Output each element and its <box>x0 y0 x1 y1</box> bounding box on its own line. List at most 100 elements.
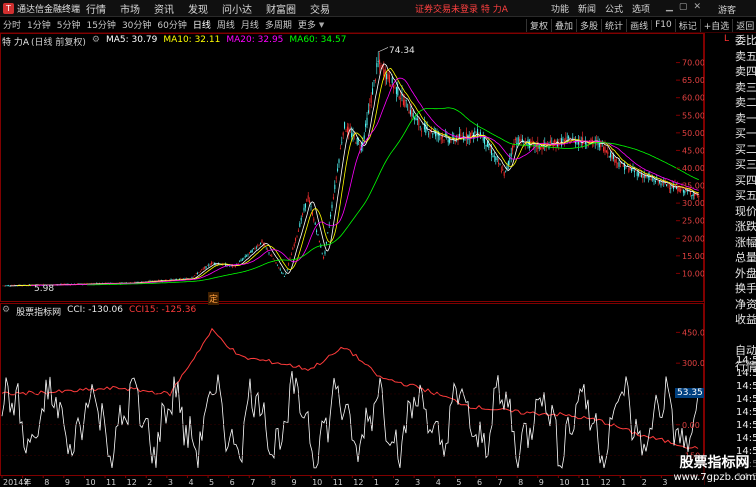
period-5min[interactable]: 5分钟 <box>54 18 84 31</box>
indicator-icon[interactable]: ⚙ <box>2 305 10 318</box>
candle-body <box>290 254 292 256</box>
period-15min[interactable]: 15分钟 <box>83 18 118 31</box>
candle-body <box>622 165 624 167</box>
side-row: 买一 <box>735 127 756 140</box>
candle-body <box>279 269 281 270</box>
candle-body <box>244 255 246 258</box>
x-axis-label: 3 <box>415 478 420 486</box>
period-daily[interactable]: 日线 <box>190 18 214 31</box>
tool-duogu[interactable]: 多股 <box>576 18 601 32</box>
candle-body <box>276 264 278 266</box>
side-row: 换手 <box>735 282 756 295</box>
minimize-icon[interactable]: ▁ <box>666 2 673 12</box>
candle-body <box>636 171 638 176</box>
candle-body <box>3 285 5 287</box>
tool-biaoji[interactable]: 标记 <box>674 18 700 32</box>
candle-body <box>271 255 273 257</box>
candle-body <box>241 259 243 261</box>
candle-body <box>239 261 241 263</box>
candle-body <box>383 69 385 77</box>
x-axis-label: 10 <box>312 478 322 486</box>
candle-body <box>471 131 473 134</box>
candle-body <box>559 138 561 140</box>
candle-body <box>689 192 691 195</box>
period-more[interactable]: 更多 <box>295 18 319 31</box>
price-tick-label: 70.00 <box>682 59 704 68</box>
menu-xinwen[interactable]: 新闻 <box>578 2 596 15</box>
chevron-down-icon[interactable]: ▼ <box>319 21 324 29</box>
candle-body <box>440 137 442 140</box>
menu-gongshi[interactable]: 公式 <box>605 2 623 15</box>
period-monthly[interactable]: 月线 <box>238 18 262 31</box>
menu-jiaoyi[interactable]: 交易 <box>310 1 330 16</box>
candle-body <box>129 282 131 283</box>
x-axis-label: 3 <box>662 478 667 486</box>
trade-login-alert[interactable]: 证券交易未登录 特 力A <box>415 2 508 15</box>
candle-body <box>654 180 656 183</box>
candle-body <box>240 260 242 261</box>
candle-body <box>198 272 200 273</box>
period-30min[interactable]: 30分钟 <box>119 18 154 31</box>
x-axis-label: 4 <box>188 478 193 486</box>
candle-body <box>626 165 628 166</box>
candle-body <box>339 148 341 150</box>
candle-body <box>657 180 659 182</box>
candle-body <box>558 144 560 146</box>
indicator-name[interactable]: 股票指标网 <box>16 305 61 318</box>
candle-body <box>317 234 319 235</box>
candle-body <box>449 139 451 143</box>
candle-body <box>400 98 402 100</box>
tool-f10[interactable]: F10 <box>651 20 675 30</box>
ding-marker[interactable]: 定 <box>208 292 220 305</box>
candle-body <box>615 158 617 163</box>
candle-body <box>209 264 211 266</box>
ma5-line <box>9 63 699 287</box>
period-60min[interactable]: 60分钟 <box>154 18 189 31</box>
period-multi[interactable]: 多周期 <box>262 18 295 31</box>
window-controls: ▁ ▢ ✕ <box>660 2 701 12</box>
menu-gongneng[interactable]: 功能 <box>551 2 569 15</box>
candle-body <box>373 80 375 82</box>
period-fenshi[interactable]: 分时 <box>0 18 24 31</box>
settings-gear-icon[interactable]: ⚙ <box>92 35 100 48</box>
tool-diejia[interactable]: 叠加 <box>551 18 576 32</box>
candle-body <box>323 256 325 259</box>
candle-body <box>660 183 662 186</box>
candle-body <box>604 146 606 153</box>
tool-add-watchlist[interactable]: +自选 <box>699 18 733 32</box>
tool-huaxian[interactable]: 画线 <box>626 18 651 32</box>
stock-name[interactable]: 特 力A <box>2 35 29 48</box>
x-axis-label: 2 <box>147 478 152 486</box>
candle-body <box>684 190 686 194</box>
x-axis-label: 2 <box>642 478 647 486</box>
candle-body <box>442 136 444 138</box>
tool-tongji[interactable]: 统计 <box>601 18 626 32</box>
candle-body <box>197 272 199 274</box>
menu-zixun[interactable]: 资讯 <box>154 1 174 16</box>
candle-body <box>297 230 299 232</box>
tool-back[interactable]: 返回 <box>732 18 756 32</box>
candle-body <box>365 123 367 127</box>
close-icon[interactable]: ✕ <box>693 2 701 12</box>
candle-body <box>405 99 407 101</box>
candle-body <box>562 139 564 140</box>
menu-shichang[interactable]: 市场 <box>120 1 140 16</box>
candle-body <box>324 251 326 254</box>
chart-area[interactable]: 70.0065.0060.0055.0050.0045.0040.0035.00… <box>0 33 704 486</box>
tool-fuquan[interactable]: 复权 <box>526 18 551 32</box>
menu-xuanxiang[interactable]: 选项 <box>632 2 650 15</box>
period-weekly[interactable]: 周线 <box>214 18 238 31</box>
menu-wenxiaoda[interactable]: 问小达 <box>222 1 252 16</box>
app-title: 通达信金融终端 <box>17 4 81 15</box>
candle-body <box>628 167 630 173</box>
menu-faxian[interactable]: 发现 <box>188 1 208 16</box>
candle-body <box>314 222 316 225</box>
menu-caifuquan[interactable]: 财富圈 <box>266 1 296 16</box>
maximize-icon[interactable]: ▢ <box>679 2 688 12</box>
period-1min[interactable]: 1分钟 <box>24 18 54 31</box>
guest-label[interactable]: 游客 <box>718 3 736 16</box>
menu-hangqing[interactable]: 行情 <box>86 1 106 16</box>
candle-body <box>652 178 654 180</box>
candle-body <box>640 174 642 177</box>
side-row: 涨跌 <box>735 220 756 233</box>
